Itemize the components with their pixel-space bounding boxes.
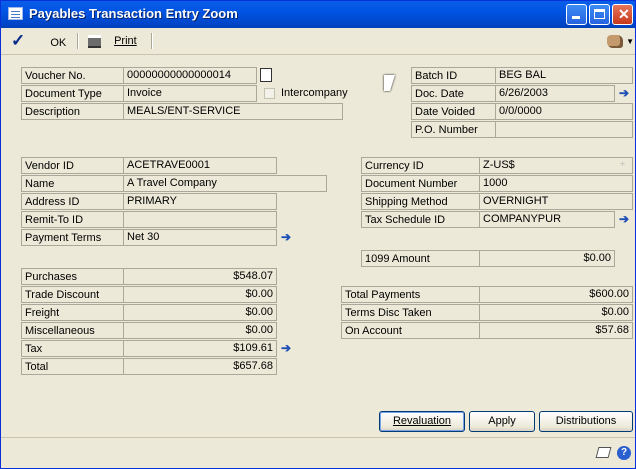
remit-to-id-label: Remit-To ID	[21, 211, 125, 228]
doc-date-label: Doc. Date	[411, 85, 497, 102]
currency-id-label: Currency ID	[361, 157, 481, 174]
address-id-label: Address ID	[21, 193, 125, 210]
terms-disc-taken-field[interactable]: $0.00	[479, 304, 633, 321]
currency-lookup-icon[interactable]: ÷	[620, 159, 625, 169]
minimize-button[interactable]	[566, 4, 587, 25]
doc-date-field[interactable]: 6/26/2003	[495, 85, 615, 102]
on-account-field[interactable]: $57.68	[479, 322, 633, 339]
revaluation-button[interactable]: Revaluation	[379, 411, 465, 432]
maximize-icon	[594, 9, 605, 19]
toolbar-separator	[151, 33, 153, 49]
total-payments-field[interactable]: $600.00	[479, 286, 633, 303]
form-body: Voucher No. 00000000000000014 Document T…	[1, 55, 635, 437]
mouse-cursor-icon	[384, 75, 395, 91]
total-payments-label: Total Payments	[341, 286, 481, 303]
help-menu-button[interactable]: ▼	[607, 32, 634, 50]
checkmark-icon: ✓	[11, 31, 26, 50]
minimize-icon	[572, 16, 580, 19]
maximize-button[interactable]	[589, 4, 610, 25]
remit-to-id-field[interactable]	[123, 211, 277, 228]
ok-button[interactable]: ✓ OK	[11, 32, 66, 50]
currency-id-field[interactable]: Z-US$	[479, 157, 633, 174]
amount-1099-label: 1099 Amount	[361, 250, 481, 267]
tax-schedule-id-field[interactable]: COMPANYPUR	[479, 211, 615, 228]
freight-label: Freight	[21, 304, 125, 321]
trade-discount-field[interactable]: $0.00	[123, 286, 277, 303]
tax-field[interactable]: $109.61	[123, 340, 277, 357]
tax-schedule-expand-arrow-icon[interactable]: ➔	[617, 212, 631, 226]
total-field[interactable]: $657.68	[123, 358, 277, 375]
vendor-name-field[interactable]: A Travel Company	[123, 175, 327, 192]
help-icon[interactable]: ?	[617, 446, 631, 460]
terms-disc-taken-label: Terms Disc Taken	[341, 304, 481, 321]
on-account-label: On Account	[341, 322, 481, 339]
vendor-id-field[interactable]: ACETRAVE0001	[123, 157, 277, 174]
po-number-field[interactable]	[495, 121, 633, 138]
hands-icon	[607, 34, 623, 48]
printer-icon	[88, 34, 101, 48]
payment-terms-expand-arrow-icon[interactable]: ➔	[279, 230, 293, 244]
batch-id-field[interactable]: BEG BAL	[495, 67, 633, 84]
intercompany-label: Intercompany	[278, 85, 348, 102]
dropdown-arrow-icon: ▼	[626, 37, 634, 46]
print-label: Print	[114, 35, 137, 47]
toolbar: ✓ OK Print ▼	[1, 28, 635, 55]
close-icon: ✕	[618, 6, 630, 22]
title-bar[interactable]: Payables Transaction Entry Zoom ✕	[1, 1, 635, 28]
address-id-field[interactable]: PRIMARY	[123, 193, 277, 210]
purchases-field[interactable]: $548.07	[123, 268, 277, 285]
voucher-no-field[interactable]: 00000000000000014	[123, 67, 257, 84]
tax-schedule-id-label: Tax Schedule ID	[361, 211, 481, 228]
vendor-id-label: Vendor ID	[21, 157, 125, 174]
print-button[interactable]: Print	[88, 32, 137, 50]
purchases-label: Purchases	[21, 268, 125, 285]
window: Payables Transaction Entry Zoom ✕ ✓ OK P…	[0, 0, 636, 469]
document-type-field[interactable]: Invoice	[123, 85, 257, 102]
trade-discount-label: Trade Discount	[21, 286, 125, 303]
miscellaneous-label: Miscellaneous	[21, 322, 125, 339]
close-button[interactable]: ✕	[612, 4, 633, 25]
document-lookup-icon[interactable]	[260, 68, 272, 82]
description-label: Description	[21, 103, 125, 120]
shipping-method-field[interactable]: OVERNIGHT	[479, 193, 633, 210]
date-voided-label: Date Voided	[411, 103, 497, 120]
window-app-icon	[8, 7, 23, 20]
apply-button[interactable]: Apply	[469, 411, 535, 432]
doc-date-expand-arrow-icon[interactable]: ➔	[617, 86, 631, 100]
batch-id-label: Batch ID	[411, 67, 497, 84]
voucher-no-label: Voucher No.	[21, 67, 125, 84]
distributions-button[interactable]: Distributions	[539, 411, 633, 432]
document-type-label: Document Type	[21, 85, 125, 102]
shipping-method-label: Shipping Method	[361, 193, 481, 210]
freight-field[interactable]: $0.00	[123, 304, 277, 321]
tax-expand-arrow-icon[interactable]: ➔	[279, 341, 293, 355]
po-number-label: P.O. Number	[411, 121, 497, 138]
note-icon[interactable]	[595, 447, 612, 458]
ok-label: OK	[50, 37, 67, 49]
document-number-field[interactable]: 1000	[479, 175, 633, 192]
miscellaneous-field[interactable]: $0.00	[123, 322, 277, 339]
intercompany-checkbox[interactable]	[264, 88, 275, 99]
name-label: Name	[21, 175, 125, 192]
amount-1099-field[interactable]: $0.00	[479, 250, 615, 267]
document-number-label: Document Number	[361, 175, 481, 192]
total-label: Total	[21, 358, 125, 375]
status-bar: ?	[1, 437, 635, 468]
description-field[interactable]: MEALS/ENT-SERVICE	[123, 103, 343, 120]
tax-label: Tax	[21, 340, 125, 357]
window-title: Payables Transaction Entry Zoom	[29, 6, 238, 21]
date-voided-field[interactable]: 0/0/0000	[495, 103, 633, 120]
payment-terms-label: Payment Terms	[21, 229, 125, 246]
payment-terms-field[interactable]: Net 30	[123, 229, 277, 246]
toolbar-separator	[77, 33, 79, 49]
